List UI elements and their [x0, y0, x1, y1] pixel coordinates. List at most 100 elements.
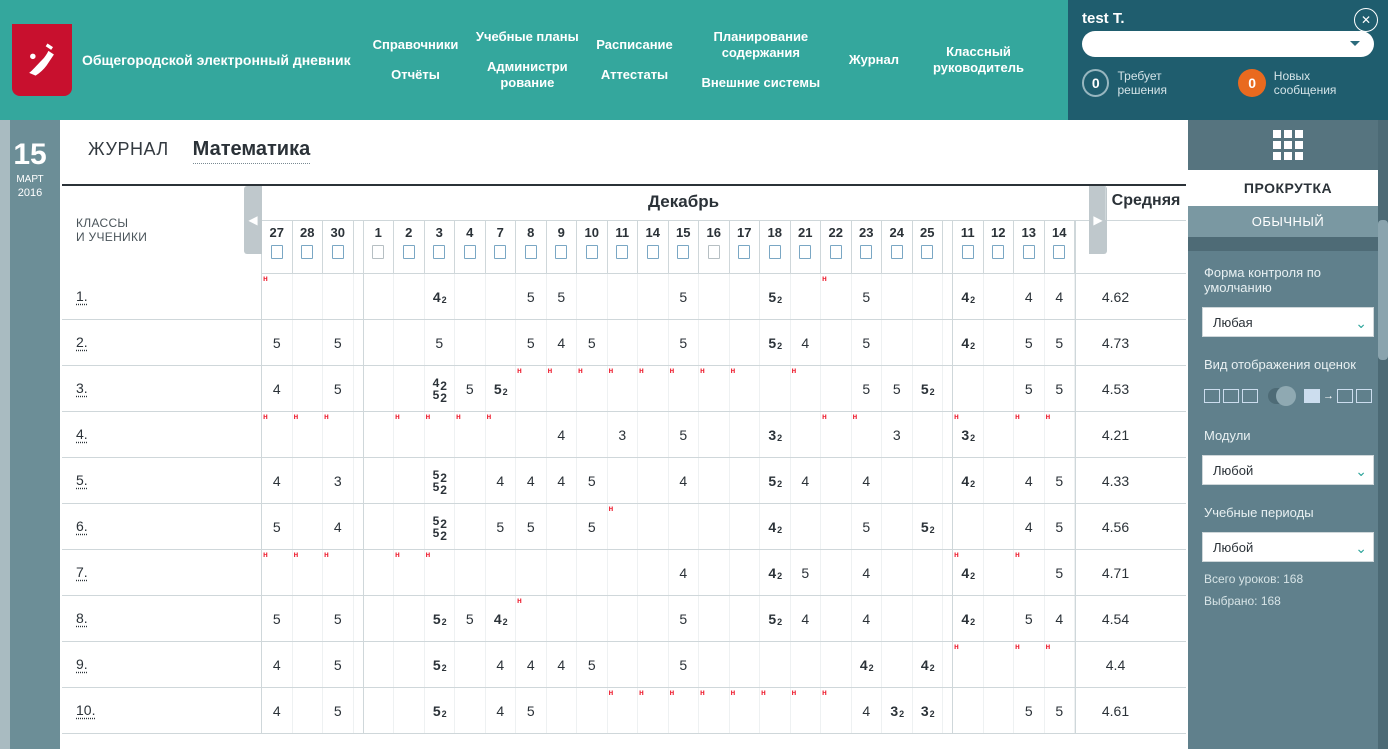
grade-cell[interactable]: 4: [1045, 596, 1076, 641]
grade-cell[interactable]: [882, 504, 913, 549]
grade-cell[interactable]: [821, 596, 852, 641]
grade-cell[interactable]: [699, 274, 730, 319]
grade-cell[interactable]: [882, 550, 913, 595]
grade-cell[interactable]: 4: [486, 642, 517, 687]
grade-cell[interactable]: 5: [1045, 320, 1076, 365]
grade-cell[interactable]: [638, 642, 669, 687]
day-column[interactable]: 14: [1045, 221, 1076, 273]
grade-cell[interactable]: [455, 458, 486, 503]
day-column[interactable]: 27: [262, 221, 293, 273]
grade-cell[interactable]: н: [323, 550, 354, 595]
grade-cell[interactable]: 42: [425, 274, 456, 319]
grade-cell[interactable]: 4: [1014, 504, 1045, 549]
grade-cell[interactable]: 42: [852, 642, 883, 687]
grade-cell[interactable]: [699, 320, 730, 365]
grade-cell[interactable]: [669, 504, 700, 549]
grade-cell[interactable]: 42: [953, 320, 984, 365]
grade-cell[interactable]: н: [821, 688, 852, 733]
panel-scroll-thumb[interactable]: [1378, 220, 1388, 360]
grade-cell[interactable]: н: [699, 366, 730, 411]
grade-cell[interactable]: [882, 642, 913, 687]
grade-cell[interactable]: 4: [262, 688, 293, 733]
grade-cell[interactable]: [577, 550, 608, 595]
grade-cell[interactable]: 4: [1045, 274, 1076, 319]
day-column[interactable]: 1: [364, 221, 395, 273]
grade-cell[interactable]: [364, 458, 395, 503]
day-column[interactable]: 10: [577, 221, 608, 273]
student-name[interactable]: 8.: [62, 596, 262, 641]
grade-cell[interactable]: 5: [852, 274, 883, 319]
grade-cell[interactable]: [984, 412, 1015, 457]
grade-cell[interactable]: [394, 504, 425, 549]
grade-cell[interactable]: 5: [516, 504, 547, 549]
grade-cell[interactable]: 5: [262, 504, 293, 549]
grade-cell[interactable]: [730, 458, 761, 503]
grade-cell[interactable]: н: [455, 412, 486, 457]
grade-cell[interactable]: н: [730, 688, 761, 733]
grade-cell[interactable]: [394, 642, 425, 687]
grade-cell[interactable]: 4: [262, 366, 293, 411]
subject-name[interactable]: Математика: [193, 138, 311, 164]
grade-cell[interactable]: [913, 550, 944, 595]
grade-cell[interactable]: [638, 504, 669, 549]
grade-cell[interactable]: [953, 366, 984, 411]
nav-planning[interactable]: Планирование содержания: [673, 29, 849, 62]
grade-cell[interactable]: [547, 504, 578, 549]
grade-cell[interactable]: [608, 550, 639, 595]
grade-cell[interactable]: н: [394, 412, 425, 457]
grade-cell[interactable]: н: [760, 688, 791, 733]
grade-cell[interactable]: 5: [455, 366, 486, 411]
grade-cell[interactable]: [821, 320, 852, 365]
grade-cell[interactable]: 4: [486, 458, 517, 503]
grade-cell[interactable]: 4: [669, 458, 700, 503]
grade-cell[interactable]: 5: [1014, 688, 1045, 733]
grade-cell[interactable]: [791, 274, 822, 319]
grade-cell[interactable]: [293, 320, 324, 365]
grade-cell[interactable]: 4: [516, 642, 547, 687]
grade-cell[interactable]: [547, 550, 578, 595]
nav-journal[interactable]: Журнал: [849, 52, 899, 68]
nav-reports[interactable]: Отчёты: [391, 67, 440, 83]
grade-cell[interactable]: 5: [1045, 366, 1076, 411]
day-column[interactable]: 24: [882, 221, 913, 273]
grade-cell[interactable]: [984, 550, 1015, 595]
grade-cell[interactable]: 5: [323, 366, 354, 411]
grade-cell[interactable]: 4: [262, 642, 293, 687]
grade-cell[interactable]: 5: [1045, 550, 1076, 595]
day-column[interactable]: 8: [516, 221, 547, 273]
grade-cell[interactable]: н: [1014, 550, 1045, 595]
grade-cell[interactable]: 5: [1014, 596, 1045, 641]
grade-cell[interactable]: 5: [1045, 458, 1076, 503]
day-column[interactable]: 28: [293, 221, 324, 273]
grade-cell[interactable]: [293, 504, 324, 549]
nav-external[interactable]: Внешние системы: [702, 75, 821, 91]
grade-cell[interactable]: 42: [953, 458, 984, 503]
grade-cell[interactable]: 5252: [425, 504, 456, 549]
grade-cell[interactable]: [608, 458, 639, 503]
grade-cell[interactable]: [913, 274, 944, 319]
grade-cell[interactable]: [293, 274, 324, 319]
grade-cell[interactable]: 5: [669, 596, 700, 641]
grade-cell[interactable]: [455, 274, 486, 319]
grade-cell[interactable]: 42: [913, 642, 944, 687]
grade-cell[interactable]: [913, 320, 944, 365]
grade-cell[interactable]: [730, 504, 761, 549]
grade-cell[interactable]: [791, 412, 822, 457]
display-mode-slider[interactable]: [1268, 388, 1294, 404]
grade-cell[interactable]: [699, 642, 730, 687]
grade-cell[interactable]: 52: [760, 596, 791, 641]
grade-cell[interactable]: 5: [425, 320, 456, 365]
grade-cell[interactable]: н: [486, 412, 517, 457]
grade-cell[interactable]: [821, 642, 852, 687]
panel-scrollbar[interactable]: [1378, 120, 1388, 749]
grade-cell[interactable]: [821, 550, 852, 595]
day-column[interactable]: 14: [638, 221, 669, 273]
grade-cell[interactable]: 5: [323, 320, 354, 365]
grade-cell[interactable]: н: [852, 412, 883, 457]
grade-cell[interactable]: [516, 412, 547, 457]
grade-cell[interactable]: [577, 688, 608, 733]
grade-cell[interactable]: 4: [852, 688, 883, 733]
grade-cell[interactable]: 52: [425, 596, 456, 641]
grade-cell[interactable]: н: [394, 550, 425, 595]
grade-cell[interactable]: [984, 688, 1015, 733]
